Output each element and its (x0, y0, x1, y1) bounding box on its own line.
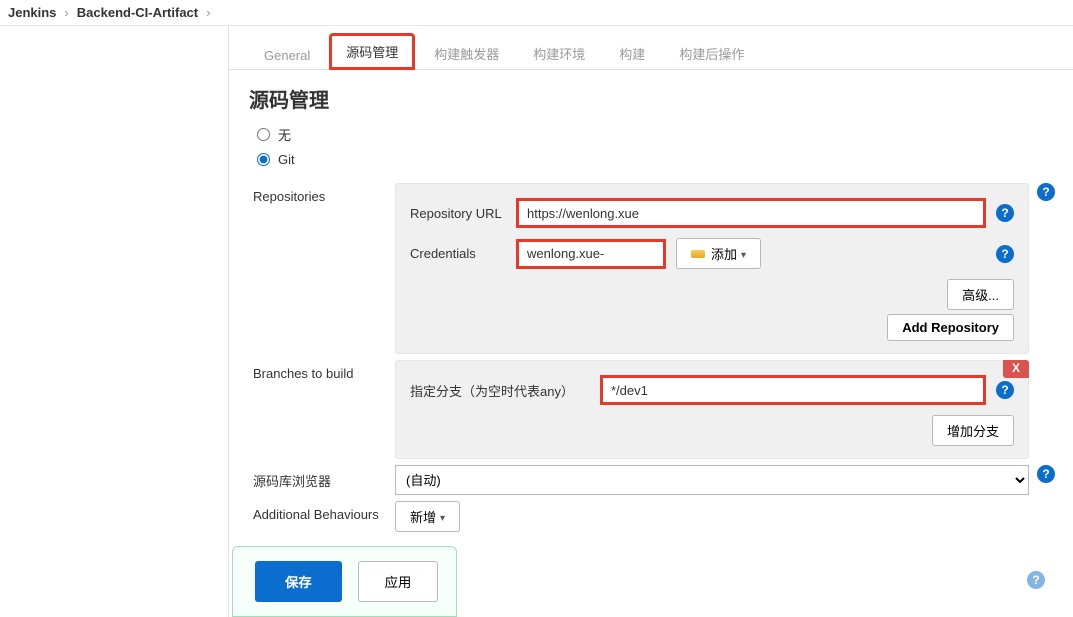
branch-spec-input[interactable] (600, 375, 986, 405)
delete-branch-button[interactable]: X (1003, 360, 1029, 378)
advanced-button[interactable]: 高级... (947, 279, 1014, 310)
side-panel (0, 26, 220, 617)
help-icon[interactable]: ? (996, 381, 1014, 399)
apply-button[interactable]: 应用 (358, 561, 439, 602)
tab-general[interactable]: General (249, 41, 325, 69)
credentials-select[interactable]: wenlong.xue- (516, 239, 666, 269)
repo-url-label: Repository URL (410, 206, 506, 221)
add-repository-button[interactable]: Add Repository (887, 314, 1014, 341)
scm-none-radio[interactable] (257, 128, 270, 141)
tab-post-build[interactable]: 构建后操作 (664, 37, 759, 69)
add-credentials-button[interactable]: 添加 (676, 238, 761, 269)
tab-build[interactable]: 构建 (604, 37, 660, 69)
tab-triggers[interactable]: 构建触发器 (419, 37, 514, 69)
repositories-label: Repositories (253, 183, 385, 204)
repo-url-input[interactable] (516, 198, 986, 228)
bottom-action-bar: 保存 应用 (232, 546, 457, 617)
add-branch-button[interactable]: 增加分支 (932, 415, 1014, 446)
help-icon[interactable]: ? (996, 204, 1014, 222)
tab-build-env[interactable]: 构建环境 (518, 37, 600, 69)
repo-browser-select[interactable]: (自动) (395, 465, 1029, 495)
scm-git-label: Git (278, 152, 295, 167)
key-icon (691, 250, 705, 258)
branch-panel: X 指定分支（为空时代表any） ? 增加分支 (395, 360, 1029, 459)
save-button[interactable]: 保存 (255, 561, 342, 602)
additional-behaviours-label: Additional Behaviours (253, 501, 385, 522)
help-icon[interactable]: ? (1027, 571, 1045, 589)
scm-git-radio[interactable] (257, 153, 270, 166)
branches-label: Branches to build (253, 360, 385, 381)
help-icon[interactable]: ? (996, 245, 1014, 263)
chevron-right-icon: › (64, 5, 68, 20)
breadcrumb-jenkins[interactable]: Jenkins (8, 5, 56, 20)
breadcrumb-job[interactable]: Backend-CI-Artifact (77, 5, 198, 20)
help-icon[interactable]: ? (1037, 183, 1055, 201)
repository-panel: Repository URL ? Credentials wenlong.xue… (395, 183, 1029, 354)
breadcrumb: Jenkins › Backend-CI-Artifact › (0, 0, 1073, 26)
config-tabs: General 源码管理 构建触发器 构建环境 构建 构建后操作 (229, 26, 1073, 70)
chevron-right-icon: › (206, 5, 210, 20)
help-icon[interactable]: ? (1037, 465, 1055, 483)
scm-none-label: 无 (278, 125, 291, 144)
section-title-scm: 源码管理 (229, 70, 1073, 121)
branch-spec-label: 指定分支（为空时代表any） (410, 381, 590, 400)
repo-browser-label: 源码库浏览器 (253, 465, 385, 490)
add-behaviour-button[interactable]: 新增 (395, 501, 460, 532)
tab-scm[interactable]: 源码管理 (329, 33, 415, 70)
credentials-label: Credentials (410, 246, 506, 261)
